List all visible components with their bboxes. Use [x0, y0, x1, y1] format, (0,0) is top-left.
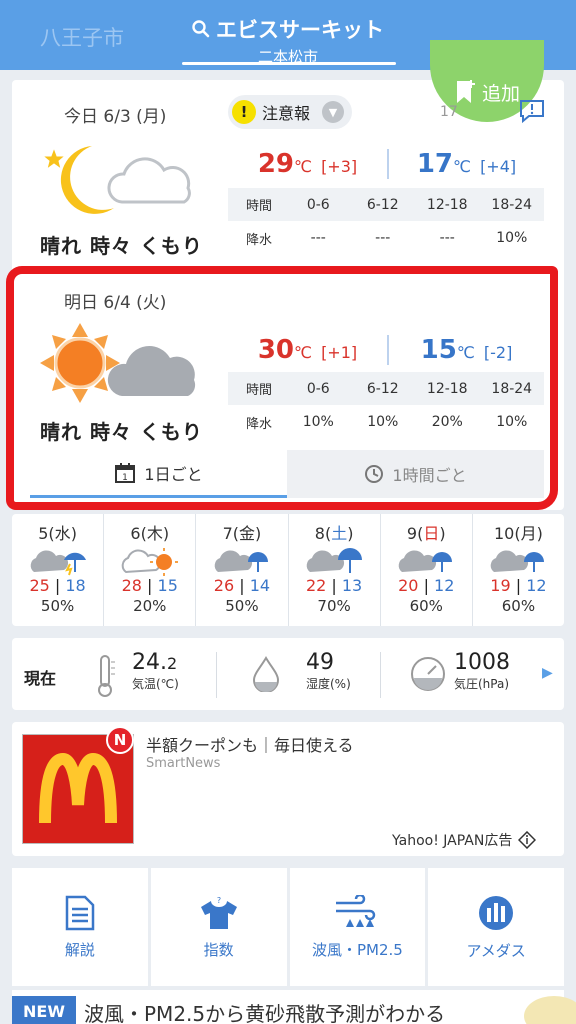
current-location[interactable]: エビスサーキット 二本松市	[160, 14, 416, 67]
cloud-umbrella-icon	[398, 550, 453, 572]
ad-title[interactable]: 半額クーポンも｜毎日使える	[146, 732, 354, 756]
ad-source: SmartNews	[146, 756, 221, 771]
today-low: 17	[416, 149, 454, 179]
prev-city-tab[interactable]: 八王子市	[40, 22, 124, 52]
week-day[interactable]: 6(木) 28 | 15 20%	[104, 514, 197, 626]
week-day[interactable]: 9(日) 20 | 12 60%	[381, 514, 473, 626]
warning-icon: !	[232, 100, 256, 124]
add-button-label: 追加	[481, 82, 520, 105]
sun-cloud-icon	[40, 323, 196, 403]
moon-decoration	[524, 996, 576, 1024]
ad-footer[interactable]: Yahoo! JAPAN広告	[392, 830, 537, 850]
tomorrow-date: 明日 6/4 (火)	[64, 293, 167, 313]
tab-daily-label: 1日ごと	[144, 464, 203, 484]
document-icon	[65, 895, 95, 930]
cloud-umbrella-icon	[491, 550, 545, 572]
info-icon	[518, 831, 537, 849]
location-title: エビスサーキット	[216, 18, 384, 42]
news-badge: N	[106, 726, 134, 754]
chevron-right-icon[interactable]: ▶	[542, 665, 553, 681]
week-day[interactable]: 8(土) 22 | 13 70%	[289, 514, 381, 626]
week-day[interactable]: 10(月) 19 | 12 60%	[473, 514, 564, 626]
weekly-forecast: 5(水) 25 | 18 50% 6(木) 28 | 15 20% 7(金) 2…	[12, 514, 564, 626]
menu-explanation[interactable]: 解説	[12, 868, 148, 986]
tab-hourly-label: 1時間ごと	[392, 466, 467, 485]
banner-text: 波風・PM2.5から黄砂飛散予測がわかる	[84, 1002, 446, 1024]
today-date: 今日 6/3 (月)	[64, 107, 167, 127]
clock-icon	[365, 465, 384, 483]
new-tag: NEW	[12, 996, 76, 1024]
promo-banner[interactable]: NEW 波風・PM2.5から黄砂飛散予測がわかる	[12, 990, 576, 1024]
cloud-umbrella-icon	[214, 550, 268, 572]
tomorrow-low-diff: [-2]	[483, 343, 513, 362]
wind-wave-icon	[336, 894, 376, 927]
cloud-rain-icon	[30, 550, 86, 576]
current-temp: 24.	[132, 650, 167, 675]
tomorrow-summary: 晴れ 時々 くもり	[40, 420, 203, 444]
week-day[interactable]: 5(水) 25 | 18 50%	[12, 514, 105, 626]
today-high: 29	[257, 149, 295, 179]
amedas-icon	[479, 895, 514, 930]
today-temps: 29℃ [+3] 17℃ [+4]	[257, 149, 517, 179]
menu-grid: 解説 ? 指数 波風・PM2.5 アメダス	[12, 868, 564, 986]
chevron-down-icon: ▼	[322, 101, 345, 123]
gauge-icon	[411, 657, 445, 691]
moon-cloud-icon	[41, 146, 191, 214]
cloud-sun-icon	[121, 548, 178, 576]
current-label: 現在	[24, 669, 57, 688]
pressure-caption: 気圧(hPa)	[454, 677, 510, 691]
svg-text:?: ?	[217, 896, 221, 905]
menu-amedas[interactable]: アメダス	[428, 868, 564, 986]
tomorrow-high-diff: [+1]	[321, 343, 358, 362]
forecast-tabs: 1 1日ごと 1時間ごと	[30, 450, 544, 498]
shirt-icon: ?	[200, 896, 237, 929]
water-drop-icon	[252, 656, 280, 692]
thermometer-icon	[98, 655, 115, 697]
today-low-diff: [+4]	[480, 157, 517, 176]
tab-daily[interactable]: 1 1日ごと	[30, 450, 287, 498]
tomorrow-rain-table: 時間 0-6 6-12 12-18 18-24 降水 10% 10% 20% 10%	[228, 372, 544, 439]
search-icon	[192, 20, 210, 38]
svg-text:1: 1	[123, 473, 129, 483]
partial-text: 17	[440, 104, 458, 120]
warning-label: 注意報	[262, 104, 311, 123]
warning-dropdown[interactable]: ! 注意報 ▼	[228, 95, 352, 129]
current-conditions[interactable]: 現在 24.2 気温(℃) 49 湿度(%) 1008 気圧(hPa) ▶	[12, 638, 564, 710]
temp-caption: 気温(℃)	[132, 677, 179, 691]
current-pressure: 1008	[454, 650, 510, 675]
today-summary: 晴れ 時々 くもり	[40, 234, 203, 258]
tomorrow-low: 15	[420, 335, 457, 365]
tomorrow-high: 30	[257, 335, 295, 365]
menu-wind-pm25[interactable]: 波風・PM2.5	[289, 868, 426, 986]
today-high-diff: [+3]	[321, 157, 358, 176]
ad-card[interactable]: N 半額クーポンも｜毎日使える SmartNews Yahoo! JAPAN広告	[12, 722, 564, 856]
bookmark-add-icon	[456, 80, 475, 103]
tab-hourly[interactable]: 1時間ごと	[287, 450, 544, 498]
current-humidity: 49	[306, 650, 334, 675]
comment-icon[interactable]	[518, 98, 546, 124]
tomorrow-temps: 30℃ [+1] 15℃ [-2]	[257, 335, 513, 365]
humidity-caption: 湿度(%)	[306, 677, 351, 691]
week-day[interactable]: 7(金) 26 | 14 50%	[196, 514, 289, 626]
today-rain-table: 時間 0-6 6-12 12-18 18-24 降水 --- --- --- 10%	[228, 188, 544, 255]
cloud-umbrella-icon	[306, 548, 363, 573]
menu-index[interactable]: ? 指数	[150, 868, 287, 986]
calendar-icon: 1	[115, 462, 136, 483]
tab-underline	[182, 62, 396, 65]
